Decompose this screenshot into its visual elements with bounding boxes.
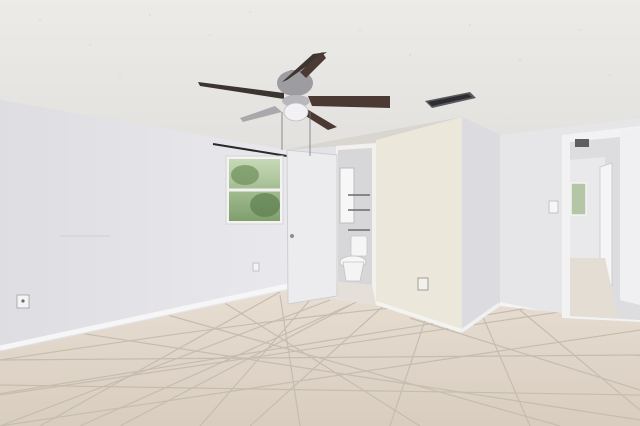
room-photo xyxy=(0,0,640,426)
hallway-doorway xyxy=(562,126,640,322)
open-door xyxy=(286,149,338,305)
window xyxy=(225,155,284,225)
light-switch xyxy=(548,200,559,214)
partition-wall xyxy=(375,117,502,333)
